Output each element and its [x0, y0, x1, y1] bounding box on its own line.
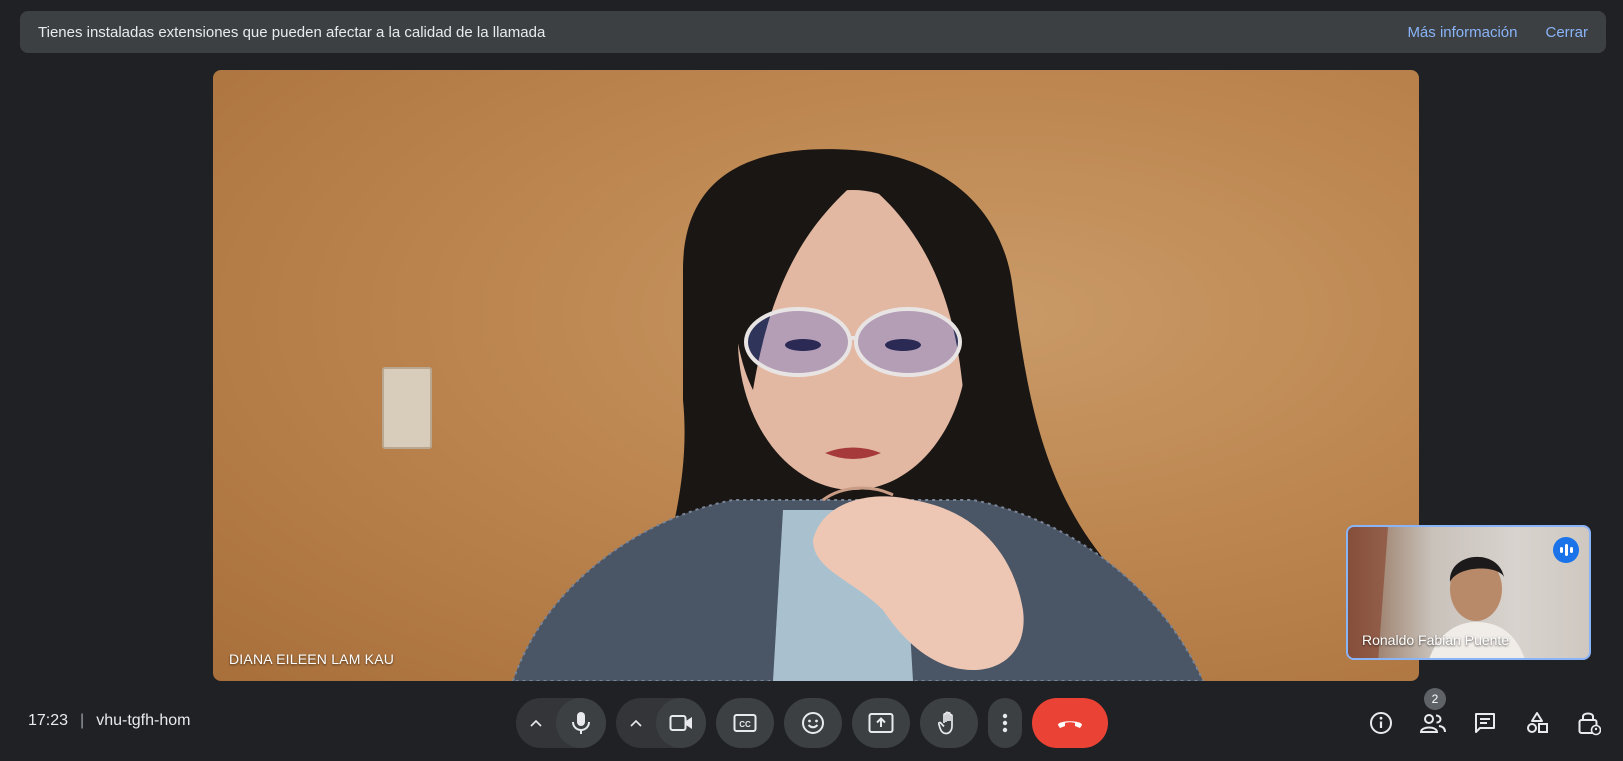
people-count-badge: 2 — [1424, 688, 1446, 710]
more-info-link[interactable]: Más información — [1407, 24, 1517, 41]
end-call-button[interactable] — [1032, 698, 1108, 748]
mic-options-button[interactable] — [516, 698, 556, 748]
mic-toggle-button[interactable] — [556, 698, 606, 748]
chevron-up-icon — [530, 719, 542, 727]
lock-person-icon — [1578, 712, 1601, 736]
captions-button[interactable]: CC — [716, 698, 774, 748]
activities-icon — [1527, 712, 1548, 733]
meeting-info: 17:23 | vhu-tgfh-hom — [28, 712, 190, 730]
meet-window: Tienes instaladas extensiones que pueden… — [0, 0, 1623, 761]
chevron-up-icon — [630, 719, 642, 727]
banner-actions: Más información Cerrar — [1407, 24, 1588, 41]
svg-text:CC: CC — [739, 720, 751, 729]
people-button[interactable]: 2 — [1412, 688, 1454, 744]
people-icon — [1419, 714, 1446, 733]
main-participant-video: DIANA EILEEN LAM KAU — [213, 70, 1419, 681]
self-view-tile[interactable]: Ronaldo Fabian Puente — [1346, 525, 1591, 660]
camera-control-group — [616, 698, 706, 748]
more-options-button[interactable] — [988, 698, 1022, 748]
host-controls-button[interactable] — [1568, 702, 1610, 744]
participant-video-feed — [382, 149, 1205, 681]
camera-options-button[interactable] — [616, 698, 656, 748]
raise-hand-icon — [938, 711, 953, 735]
meeting-details-button[interactable] — [1360, 702, 1402, 744]
extension-warning-banner: Tienes instaladas extensiones que pueden… — [20, 11, 1606, 53]
self-participant-name: Ronaldo Fabian Puente — [1362, 632, 1510, 648]
videocam-icon — [669, 715, 692, 731]
mic-icon — [572, 712, 590, 734]
call-end-icon — [1058, 721, 1082, 728]
reactions-button[interactable] — [784, 698, 842, 748]
close-banner-button[interactable]: Cerrar — [1545, 24, 1588, 41]
bottom-control-bar: 17:23 | vhu-tgfh-hom CC 2 — [0, 688, 1623, 761]
present-screen-button[interactable] — [852, 698, 910, 748]
chat-button[interactable] — [1464, 702, 1506, 744]
more-vert-icon — [1002, 713, 1008, 733]
main-participant-name: DIANA EILEEN LAM KAU — [229, 651, 395, 667]
present-screen-icon — [868, 713, 894, 733]
emoji-icon — [802, 712, 824, 734]
closed-captions-icon: CC — [733, 714, 757, 732]
info-icon — [1370, 712, 1392, 734]
raise-hand-button[interactable] — [920, 698, 978, 748]
activities-button[interactable] — [1516, 702, 1558, 744]
meeting-info-separator: | — [80, 712, 85, 729]
banner-message: Tienes instaladas extensiones que pueden… — [38, 23, 546, 41]
speaking-indicator-icon — [1553, 537, 1579, 563]
meeting-code[interactable]: vhu-tgfh-hom — [96, 712, 190, 730]
call-controls: CC — [516, 698, 1108, 748]
meeting-time: 17:23 — [28, 712, 69, 729]
camera-toggle-button[interactable] — [656, 698, 706, 748]
mic-control-group — [516, 698, 606, 748]
side-panel-buttons: 2 — [1360, 688, 1610, 748]
chat-icon — [1475, 713, 1495, 733]
